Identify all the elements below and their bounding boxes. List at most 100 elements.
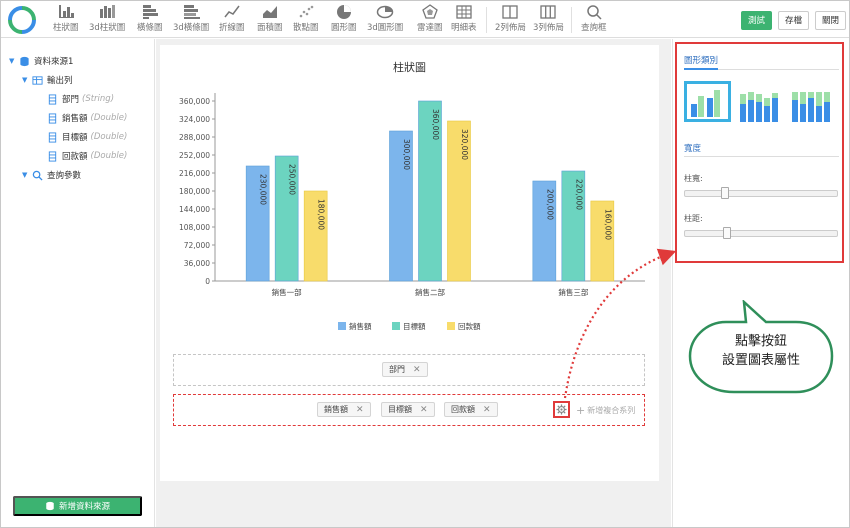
pie-chart-icon xyxy=(336,5,351,19)
close-icon[interactable]: ✕ xyxy=(483,405,491,415)
toolbar-two-column-button[interactable]: 2列佈局 xyxy=(495,3,526,37)
tree-node-output[interactable]: ▼ 輸出列 xyxy=(22,74,73,86)
y-tick-label: 36,000 xyxy=(184,259,210,268)
add-composite-series-button[interactable]: + 新增複合系列 xyxy=(576,404,635,417)
field-icon xyxy=(48,93,57,105)
tree-field-type: (Double) xyxy=(90,132,128,142)
toolbar-item-label: 3d圓形圖 xyxy=(367,23,404,33)
search-icon xyxy=(587,5,602,20)
field-icon xyxy=(48,131,57,143)
toolbar-pie-3d-button[interactable]: 3d圓形圖 xyxy=(367,3,403,37)
field-icon xyxy=(48,150,57,162)
chart-properties-highlight xyxy=(675,42,844,263)
series-drop-zone[interactable]: 銷售額 ✕ 目標額 ✕ 回款額 ✕ + 新增複合系列 xyxy=(173,394,645,426)
y-tick-label: 288,000 xyxy=(179,133,210,142)
chart-canvas[interactable]: 柱狀圖 0 36,000 72,000 108,000 144,000 180,000 21… xyxy=(160,45,659,481)
radar-chart-icon xyxy=(421,4,438,19)
pie-3d-icon xyxy=(376,5,394,19)
caret-down-icon[interactable]: ▼ xyxy=(22,76,32,84)
add-data-source-label: 新增資料來源 xyxy=(58,501,110,511)
toolbar-area-chart-button[interactable]: 面積圖 xyxy=(257,3,283,37)
table-icon xyxy=(32,75,43,85)
series-settings-button[interactable] xyxy=(553,401,570,418)
tree-node-root[interactable]: ▼ 資料來源1 xyxy=(9,55,73,67)
bar-data-label: 230,000 xyxy=(259,174,268,205)
series-chip[interactable]: 回款額 ✕ xyxy=(444,402,498,417)
x-tick-label: 銷售一部 xyxy=(272,287,302,297)
plus-icon: + xyxy=(576,404,586,417)
toolbar-item-label: 散點圖 xyxy=(293,23,319,33)
line-chart-icon xyxy=(224,5,240,18)
callout-text: 點擊按鈕 設置圖表屬性 xyxy=(686,332,836,370)
toolbar-item-label: 2列佈局 xyxy=(495,23,526,33)
toolbar-three-column-button[interactable]: 3列佈局 xyxy=(533,3,564,37)
bar-data-label: 250,000 xyxy=(288,164,297,195)
category-chip[interactable]: 部門 ✕ xyxy=(382,362,428,377)
legend-swatch xyxy=(338,322,346,330)
toolbar-scatter-chart-button[interactable]: 散點圖 xyxy=(293,3,319,37)
legend-swatch xyxy=(447,322,455,330)
toolbar-pie-chart-button[interactable]: 圓形圖 xyxy=(331,3,357,37)
add-data-source-button[interactable]: 新增資料來源 xyxy=(13,496,142,516)
series-chip[interactable]: 目標額 ✕ xyxy=(381,402,435,417)
chip-label: 目標額 xyxy=(388,405,412,414)
toolbar-bar-3d-button[interactable]: 3d柱狀圖 xyxy=(89,3,125,37)
horizontal-bar-icon xyxy=(142,5,158,19)
tree-field-item[interactable]: 回款額 (Double) xyxy=(47,150,127,162)
toolbar-line-chart-button[interactable]: 折線圖 xyxy=(219,3,245,37)
bar-data-label: 320,000 xyxy=(460,129,469,160)
chip-label: 回款額 xyxy=(451,405,475,414)
design-area: 柱狀圖 0 36,000 72,000 108,000 144,000 180,000 21… xyxy=(156,39,671,527)
y-tick-label: 252,000 xyxy=(179,151,210,160)
category-drop-zone[interactable]: 部門 ✕ xyxy=(173,354,645,386)
test-button[interactable]: 測試 xyxy=(741,11,773,30)
bar-chart[interactable]: 0 36,000 72,000 108,000 144,000 180,000 216,00… xyxy=(160,45,659,345)
tree-node-params[interactable]: ▼ 查詢參數 xyxy=(22,169,81,181)
tree-field-item[interactable]: 部門 (String) xyxy=(47,93,114,105)
toolbar-horizontal-bar-3d-button[interactable]: 3d橫條圖 xyxy=(173,3,209,37)
three-column-icon xyxy=(540,5,557,19)
toolbar-item-label: 3d柱狀圖 xyxy=(89,23,126,33)
caret-down-icon[interactable]: ▼ xyxy=(9,57,19,65)
x-tick-label: 銷售三部 xyxy=(558,287,588,297)
save-button[interactable]: 存檔 xyxy=(778,11,810,30)
toolbar-item-label: 橫條圖 xyxy=(137,23,163,33)
toolbar-bar-chart-button[interactable]: 柱狀圖 xyxy=(53,3,79,37)
toolbar-radar-chart-button[interactable]: 雷達圖 xyxy=(417,3,443,37)
toolbar-item-label: 3d橫條圖 xyxy=(173,23,210,33)
toolbar-item-label: 柱狀圖 xyxy=(53,23,79,33)
add-series-label: 新增複合系列 xyxy=(587,406,636,415)
chip-label: 銷售額 xyxy=(324,405,348,414)
tree-field-item[interactable]: 目標額 (Double) xyxy=(47,131,127,143)
y-tick-label: 144,000 xyxy=(179,205,210,214)
toolbar-horizontal-bar-button[interactable]: 橫條圖 xyxy=(137,3,163,37)
y-tick-label: 324,000 xyxy=(179,115,210,124)
toolbar-item-label: 查詢框 xyxy=(581,23,607,33)
toolbar-item-label: 雷達圖 xyxy=(417,23,443,33)
y-tick-label: 216,000 xyxy=(179,169,210,178)
bar-data-label: 220,000 xyxy=(574,179,583,210)
toolbar-search-button[interactable]: 查詢框 xyxy=(581,3,607,37)
series-chip[interactable]: 銷售額 ✕ xyxy=(317,402,371,417)
toolbar-table-button[interactable]: 明細表 xyxy=(451,3,477,37)
close-icon[interactable]: ✕ xyxy=(413,365,421,375)
y-tick-label: 108,000 xyxy=(179,223,210,232)
tree-field-name: 銷售額 xyxy=(62,114,88,124)
tree-field-name: 部門 xyxy=(62,95,80,105)
y-tick-label: 0 xyxy=(205,277,210,286)
close-icon[interactable]: ✕ xyxy=(356,405,364,415)
tree-field-item[interactable]: 銷售額 (Double) xyxy=(47,112,127,124)
close-icon[interactable]: ✕ xyxy=(420,405,428,415)
callout-line-2: 設置圖表屬性 xyxy=(721,353,800,368)
caret-down-icon[interactable]: ▼ xyxy=(22,171,32,179)
toolbar-item-label: 3列佈局 xyxy=(533,23,564,33)
data-source-panel: ▼ 資料來源1 ▼ 輸出列 部門 (String) 銷售額 (Double) 目標額 (D… xyxy=(1,39,155,527)
area-chart-icon xyxy=(262,6,277,18)
table-icon xyxy=(456,5,472,19)
close-button[interactable]: 關閉 xyxy=(815,11,847,30)
chip-label: 部門 xyxy=(389,365,405,374)
bar-data-label: 300,000 xyxy=(402,139,411,170)
app-logo-icon xyxy=(8,6,36,34)
database-icon xyxy=(20,56,29,66)
bar-data-label: 200,000 xyxy=(545,189,554,220)
